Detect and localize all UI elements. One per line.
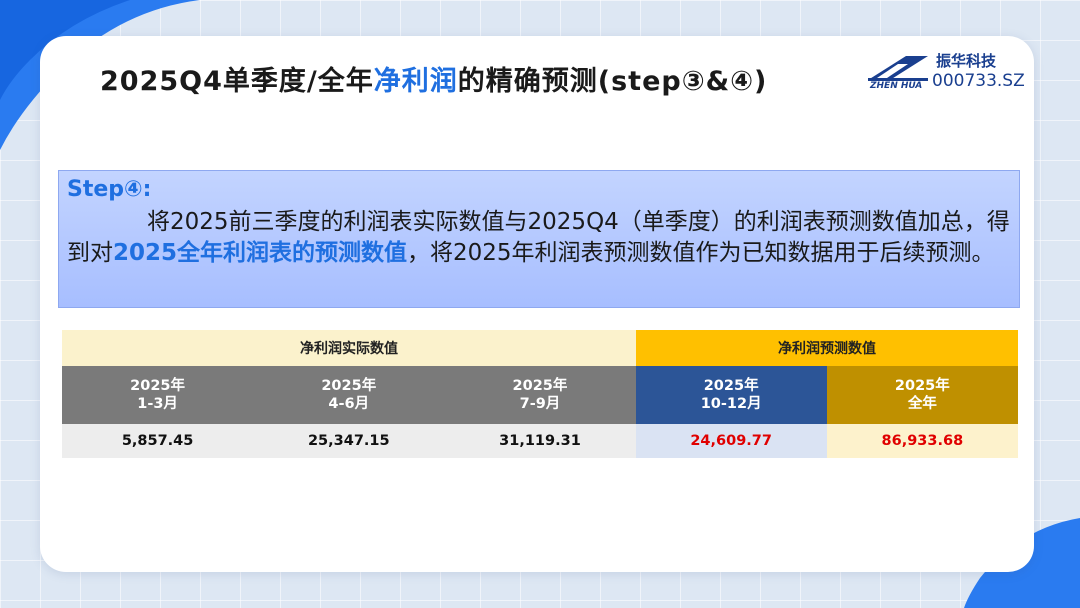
net-profit-table: 净利润实际数值 净利润预测数值 2025年 1-3月 2025年 4-6月 2025…	[62, 330, 1018, 458]
title-prefix: 2025Q4单季度/全年	[100, 66, 374, 97]
title-suffix: 的精确预测(step③&④)	[457, 66, 768, 97]
value-q4-forecast: 24,609.77	[635, 424, 827, 458]
title-highlight: 净利润	[373, 66, 458, 97]
group-header-actual: 净利润实际数值	[62, 330, 636, 366]
column-header-q1: 2025年 1-3月	[62, 366, 254, 424]
table-row: 5,857.45 25,347.15 31,119.31 24,609.77 8…	[62, 424, 1018, 458]
column-header-full-year: 2025年全年	[826, 366, 1018, 424]
column-header-q3: 2025年 7-9月	[444, 366, 636, 424]
column-header-line1: 2025年	[512, 378, 568, 394]
column-header-q4: 2025年 10-12月	[635, 366, 827, 424]
column-header-line1: 2025年	[321, 378, 377, 394]
value-q1: 5,857.45	[62, 424, 254, 458]
step-text-part2: ，将2025年利润表预测数值作为已知数据用于后续预测。	[407, 240, 995, 266]
value-q2: 25,347.15	[253, 424, 445, 458]
logo-chinese-name: 振华科技	[936, 52, 997, 70]
column-header-q2: 2025年 4-6月	[253, 366, 445, 424]
step-text-highlight: 2025全年利润表的预测数值	[113, 240, 408, 266]
column-header-line2: 7-9月	[519, 396, 561, 412]
step-description-box: Step④: 将2025前三季度的利润表实际数值与2025Q4（单季度）的利润表…	[58, 170, 1020, 308]
column-header-line2: 10-12月	[700, 396, 762, 412]
column-header-line1: 2025年	[894, 378, 950, 394]
column-header-line2: 4-6月	[328, 396, 370, 412]
column-header-line2: 1-3月	[137, 396, 178, 412]
zhenhua-logo-icon	[868, 56, 928, 81]
column-header-line1: 2025年	[703, 378, 759, 394]
column-header-line1: 2025年	[130, 378, 186, 394]
value-full-year-forecast: 86,933.68	[826, 424, 1018, 458]
value-q3: 31,119.31	[444, 424, 636, 458]
step-text: 将2025前三季度的利润表实际数值与2025Q4（单季度）的利润表预测数值加总，…	[67, 207, 1011, 269]
column-header-line2: 全年	[907, 396, 937, 412]
table-column-header-row: 2025年 1-3月 2025年 4-6月 2025年 7-9月 2025年 10-12…	[62, 366, 1018, 424]
table-group-header-row: 净利润实际数值 净利润预测数值	[62, 330, 1018, 366]
company-logo: ZHEN HUA 振华科技 000733.SZ	[866, 50, 1036, 96]
group-header-forecast: 净利润预测数值	[636, 330, 1018, 366]
step-label: Step④:	[67, 177, 152, 202]
logo-english-name: ZHEN HUA	[870, 81, 923, 91]
page-title: 2025Q4单季度/全年净利润的精确预测(step③&④)	[100, 62, 767, 102]
stock-code: 000733.SZ	[932, 71, 1025, 91]
